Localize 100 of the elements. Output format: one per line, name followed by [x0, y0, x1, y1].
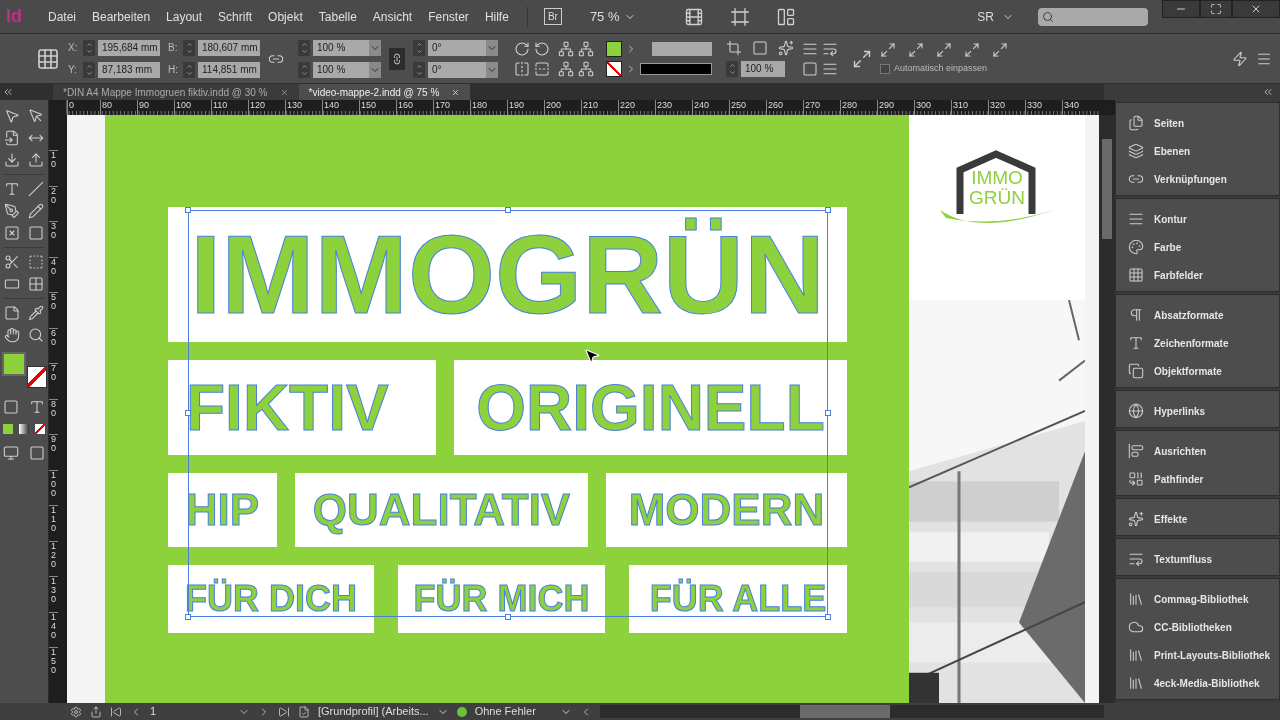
page-tool-icon[interactable] [4, 130, 20, 146]
panel-item[interactable]: Print-Layouts-Bibliothek [1116, 641, 1279, 669]
scissors-tool-icon[interactable] [4, 254, 20, 270]
step-up-icon[interactable] [84, 40, 94, 48]
selection-tool-icon[interactable] [4, 108, 20, 124]
panel-item[interactable]: Effekte [1116, 505, 1279, 533]
stroke-type-field[interactable] [640, 62, 712, 75]
menu-item[interactable]: Tabelle [310, 7, 365, 26]
panel-item[interactable]: Absatzformate [1116, 301, 1279, 329]
direct-selection-tool-icon[interactable] [28, 108, 44, 124]
shear-field[interactable]: 0° [428, 61, 498, 78]
profile-dropdown[interactable]: [Grundprofil] (Arbeits... [318, 703, 449, 720]
container-icon[interactable] [3, 399, 19, 415]
reference-point-icon[interactable] [36, 46, 60, 71]
panel-item[interactable]: Farbe [1116, 233, 1279, 261]
step-up-icon[interactable] [727, 61, 737, 69]
panel-item[interactable]: 4eck-Media-Bibliothek [1116, 669, 1279, 697]
type-tool-icon[interactable] [4, 181, 20, 197]
step-down-icon[interactable] [299, 47, 309, 55]
content-placer-icon[interactable] [28, 152, 44, 168]
display-frame-icon[interactable] [729, 6, 750, 27]
stroke-none-swatch[interactable] [606, 60, 622, 77]
document-tab[interactable]: *DIN A4 Mappe Immogruen fiktiv.indd @ 30 % [53, 84, 299, 100]
step-down-icon[interactable] [414, 69, 424, 77]
step-up-icon[interactable] [184, 62, 194, 70]
panel-item[interactable]: Commag-Bibliothek [1116, 585, 1279, 613]
step-down-icon[interactable] [184, 47, 194, 55]
horizontal-scrollbar[interactable] [599, 705, 1104, 718]
last-page-icon[interactable] [278, 705, 290, 718]
stroke-swatch[interactable] [27, 366, 47, 388]
scale-y-field[interactable]: 100 % [313, 61, 381, 78]
panel-item[interactable]: Verknüpfungen [1116, 165, 1279, 193]
rectangle-frame-tool-icon[interactable] [4, 225, 20, 241]
bridge-button[interactable]: Br [543, 8, 562, 25]
eyedropper-tool-icon[interactable] [28, 305, 44, 321]
panel-item[interactable]: Objektformate [1116, 357, 1279, 385]
step-up-icon[interactable] [184, 40, 194, 48]
step-up-icon[interactable] [299, 40, 309, 48]
hand-tool-icon[interactable] [4, 327, 20, 343]
panel-item[interactable]: Ebenen [1116, 137, 1279, 165]
width-field[interactable]: 180,607 mm [198, 39, 260, 56]
panel-item[interactable]: Kontur [1116, 205, 1279, 233]
step-up-icon[interactable] [299, 62, 309, 70]
panel-item[interactable]: Seiten [1116, 109, 1279, 137]
step-down-icon[interactable] [299, 69, 309, 77]
settings-icon[interactable] [70, 705, 82, 718]
panel-item[interactable]: Ausrichten [1116, 437, 1279, 465]
link-button[interactable] [389, 47, 405, 70]
apply-none-button[interactable] [35, 424, 45, 434]
rectangle-tool-icon[interactable] [28, 225, 44, 241]
document-tab[interactable]: *video-mappe-2.indd @ 75 % [298, 84, 471, 100]
fill-swatch[interactable] [606, 40, 622, 57]
x-field[interactable]: 195,684 mm [98, 39, 160, 56]
lightning-icon[interactable] [1232, 50, 1248, 67]
zoom-tool-icon[interactable] [28, 327, 44, 343]
pen-tool-icon[interactable] [4, 203, 20, 219]
arrange-documents-icon[interactable] [775, 6, 796, 27]
opacity-field[interactable]: 100 % [741, 60, 785, 77]
effects-icon[interactable] [778, 39, 794, 56]
panel-item[interactable]: Farbfelder [1116, 261, 1279, 289]
step-down-icon[interactable] [184, 69, 194, 77]
rotate-icon[interactable] [534, 40, 550, 57]
document-icon[interactable] [298, 705, 310, 718]
step-up-icon[interactable] [84, 62, 94, 70]
checkbox[interactable] [880, 63, 890, 74]
content-collector-icon[interactable] [4, 152, 20, 168]
scale-x-field[interactable]: 100 % [313, 39, 381, 56]
step-down-icon[interactable] [414, 47, 424, 55]
pencil-tool-icon[interactable] [28, 203, 44, 219]
note-tool-icon[interactable] [4, 305, 20, 321]
menu-item[interactable]: Bearbeiten [84, 7, 159, 26]
height-field[interactable]: 114,851 mm [198, 61, 260, 78]
vertical-scrollbar[interactable] [1099, 115, 1115, 703]
share-icon[interactable] [90, 705, 102, 718]
step-up-icon[interactable] [414, 62, 424, 70]
collapse-icon[interactable] [1262, 86, 1274, 98]
menu-item[interactable]: Ansicht [364, 7, 421, 26]
text-format-icon[interactable] [29, 399, 45, 415]
maximize-button[interactable] [1200, 0, 1232, 18]
panel-item[interactable]: CC-Bibliotheken [1116, 613, 1279, 641]
step-down-icon[interactable] [84, 47, 94, 55]
panel-item[interactable]: Pathfinder [1116, 465, 1279, 493]
apply-color-button[interactable] [3, 424, 13, 434]
panel-item[interactable]: Textumfluss [1116, 545, 1279, 573]
zoom-dropdown[interactable]: 75 % [589, 6, 660, 27]
menu-item[interactable]: Fenster [420, 7, 477, 26]
step-down-icon[interactable] [727, 68, 737, 76]
apply-gradient-button[interactable] [19, 424, 29, 434]
menu-item[interactable]: Datei [40, 7, 84, 26]
rotate-icon[interactable] [514, 40, 530, 57]
preflight-dropdown[interactable]: Ohne Fehler [474, 703, 572, 720]
page-field[interactable]: 1 [150, 703, 230, 720]
y-field[interactable]: 87,183 mm [98, 61, 160, 78]
menu-item[interactable]: Hilfe [476, 7, 517, 26]
workspace-dropdown[interactable]: SR [977, 7, 1014, 26]
menu-item[interactable]: Layout [158, 7, 211, 26]
first-page-icon[interactable] [110, 705, 122, 718]
rotation-field[interactable]: 0° [428, 39, 498, 56]
step-up-icon[interactable] [414, 40, 424, 48]
search-field[interactable] [1038, 7, 1148, 26]
